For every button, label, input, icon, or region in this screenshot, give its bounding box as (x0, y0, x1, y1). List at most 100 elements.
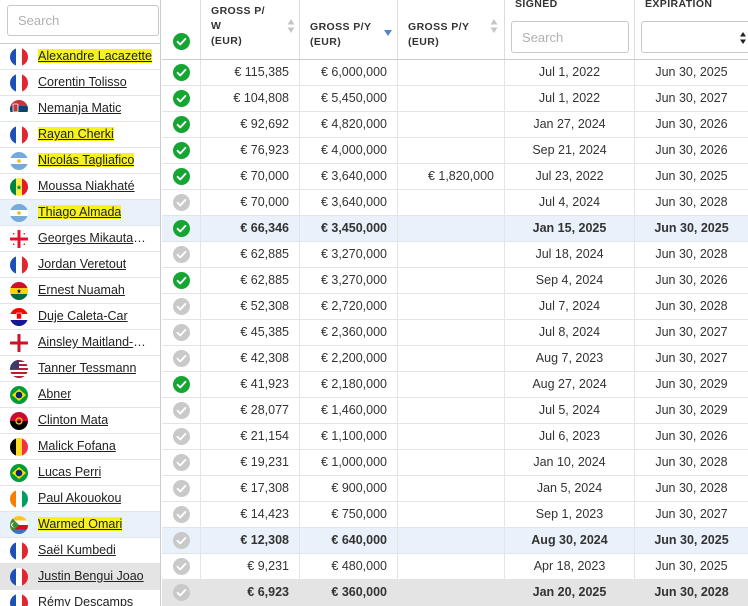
row-check-cell[interactable] (162, 372, 201, 397)
signed-filter-box[interactable] (511, 21, 629, 53)
unchecked-icon[interactable] (173, 532, 190, 549)
unchecked-icon[interactable] (173, 428, 190, 445)
row-check-cell[interactable] (162, 60, 201, 85)
sort-icon[interactable] (490, 18, 498, 34)
table-row[interactable]: € 62,885 € 3,270,000 Jul 18, 2024 Jun 30, 2… (162, 242, 748, 268)
player-search-box[interactable] (7, 5, 159, 36)
player-name-link[interactable]: Tanner Tessmann (38, 361, 136, 375)
player-list-item[interactable]: Tanner Tessmann (0, 356, 160, 382)
player-name-link[interactable]: Rayan Cherki (38, 127, 114, 141)
row-check-cell[interactable] (162, 190, 201, 215)
player-list-item[interactable]: Moussa Niakhaté (0, 174, 160, 200)
table-row[interactable]: € 45,385 € 2,360,000 Jul 8, 2024 Jun 30, 20… (162, 320, 748, 346)
player-name-link[interactable]: Ainsley Maitland-N... (38, 335, 152, 349)
checked-icon[interactable] (173, 220, 190, 237)
player-list-item[interactable]: Alexandre Lacazette (0, 44, 160, 70)
player-list-item[interactable]: Nemanja Matic (0, 96, 160, 122)
row-check-cell[interactable] (162, 164, 201, 189)
checked-icon[interactable] (173, 376, 190, 393)
table-row[interactable]: € 62,885 € 3,270,000 Sep 4, 2024 Jun 30, 20… (162, 268, 748, 294)
player-list-item[interactable]: Georges Mikautadze (0, 226, 160, 252)
player-list-item[interactable]: Warmed Omari (0, 512, 160, 538)
player-list-item[interactable]: Nicolás Tagliafico (0, 148, 160, 174)
checked-icon[interactable] (173, 272, 190, 289)
checked-icon[interactable] (173, 116, 190, 133)
select-all-check-icon[interactable] (173, 33, 190, 50)
checked-icon[interactable] (173, 168, 190, 185)
row-check-cell[interactable] (162, 242, 201, 267)
unchecked-icon[interactable] (173, 324, 190, 341)
table-row[interactable]: € 41,923 € 2,180,000 Aug 27, 2024 Jun 30, 2… (162, 372, 748, 398)
table-row[interactable]: € 70,000 € 3,640,000 € 1,820,000 Jul 23, 20… (162, 164, 748, 190)
row-check-cell[interactable] (162, 398, 201, 423)
sort-icon[interactable] (287, 18, 295, 34)
header-gross-pw[interactable]: GROSS P/ W (EUR) (201, 0, 300, 59)
table-row[interactable]: € 52,308 € 2,720,000 Jul 7, 2024 Jun 30, 20… (162, 294, 748, 320)
row-check-cell[interactable] (162, 554, 201, 579)
player-name-link[interactable]: Moussa Niakhaté (38, 179, 135, 193)
header-expiration[interactable]: EXPIRATION (635, 0, 748, 59)
player-name-link[interactable]: Jordan Veretout (38, 257, 126, 271)
player-name-link[interactable]: Duje Caleta-Car (38, 309, 128, 323)
row-check-cell[interactable] (162, 268, 201, 293)
table-row[interactable]: € 42,308 € 2,200,000 Aug 7, 2023 Jun 30, 20… (162, 346, 748, 372)
player-name-link[interactable]: Thiago Almada (38, 205, 122, 219)
row-check-cell[interactable] (162, 294, 201, 319)
row-check-cell[interactable] (162, 216, 201, 241)
row-check-cell[interactable] (162, 528, 201, 553)
player-name-link[interactable]: Lucas Perri (38, 465, 101, 479)
player-name-link[interactable]: Ernest Nuamah (38, 283, 125, 297)
table-row[interactable]: € 17,308 € 900,000 Jan 5, 2024 Jun 30, 2028 (162, 476, 748, 502)
player-name-link[interactable]: Rémy Descamps (38, 595, 133, 606)
player-name-link[interactable]: Abner (38, 387, 71, 401)
player-name-link[interactable]: Justin Bengui Joao (38, 569, 144, 583)
player-name-link[interactable]: Georges Mikautadze (38, 231, 152, 245)
player-name-link[interactable]: Corentin Tolisso (38, 75, 127, 89)
unchecked-icon[interactable] (173, 246, 190, 263)
player-list-item[interactable]: Lucas Perri (0, 460, 160, 486)
checked-icon[interactable] (173, 90, 190, 107)
player-list-item[interactable]: Rémy Descamps (0, 590, 160, 606)
header-gross-py-2[interactable]: GROSS P/Y (EUR) (398, 0, 505, 59)
player-name-link[interactable]: Paul Akouokou (38, 491, 121, 505)
player-list-item[interactable]: Saël Kumbedi (0, 538, 160, 564)
player-name-link[interactable]: Saël Kumbedi (38, 543, 116, 557)
table-row[interactable]: € 6,923 € 360,000 Jan 20, 2025 Jun 30, 2028 (162, 580, 748, 606)
table-row[interactable]: € 9,231 € 480,000 Apr 18, 2023 Jun 30, 2025 (162, 554, 748, 580)
table-row[interactable]: € 14,423 € 750,000 Sep 1, 2023 Jun 30, 2027 (162, 502, 748, 528)
header-signed[interactable]: SIGNED (505, 0, 635, 59)
checked-icon[interactable] (173, 64, 190, 81)
player-search-input[interactable] (8, 6, 158, 35)
player-name-link[interactable]: Malick Fofana (38, 439, 116, 453)
player-name-link[interactable]: Clinton Mata (38, 413, 108, 427)
unchecked-icon[interactable] (173, 402, 190, 419)
table-row[interactable]: € 28,077 € 1,460,000 Jul 5, 2024 Jun 30, 20… (162, 398, 748, 424)
row-check-cell[interactable] (162, 112, 201, 137)
player-name-link[interactable]: Alexandre Lacazette (38, 49, 152, 63)
table-row[interactable]: € 66,346 € 3,450,000 Jan 15, 2025 Jun 30, 2… (162, 216, 748, 242)
unchecked-icon[interactable] (173, 558, 190, 575)
player-name-link[interactable]: Nicolás Tagliafico (38, 153, 135, 167)
unchecked-icon[interactable] (173, 298, 190, 315)
row-check-cell[interactable] (162, 502, 201, 527)
player-list-item[interactable]: Ernest Nuamah (0, 278, 160, 304)
player-list-item[interactable]: Rayan Cherki (0, 122, 160, 148)
player-list-item[interactable]: Abner (0, 382, 160, 408)
table-row[interactable]: € 70,000 € 3,640,000 Jul 4, 2024 Jun 30, 20… (162, 190, 748, 216)
unchecked-icon[interactable] (173, 584, 190, 601)
player-list-item[interactable]: Justin Bengui Joao (0, 564, 160, 590)
sort-desc-icon[interactable] (384, 28, 392, 38)
row-check-cell[interactable] (162, 450, 201, 475)
row-check-cell[interactable] (162, 138, 201, 163)
player-name-link[interactable]: Nemanja Matic (38, 101, 121, 115)
player-list-item[interactable]: Corentin Tolisso (0, 70, 160, 96)
table-row[interactable]: € 19,231 € 1,000,000 Jan 10, 2024 Jun 30, 2… (162, 450, 748, 476)
signed-filter-input[interactable] (512, 22, 628, 52)
row-check-cell[interactable] (162, 346, 201, 371)
unchecked-icon[interactable] (173, 454, 190, 471)
unchecked-icon[interactable] (173, 480, 190, 497)
row-check-cell[interactable] (162, 580, 201, 605)
checked-icon[interactable] (173, 142, 190, 159)
player-name-link[interactable]: Warmed Omari (38, 517, 123, 531)
unchecked-icon[interactable] (173, 194, 190, 211)
